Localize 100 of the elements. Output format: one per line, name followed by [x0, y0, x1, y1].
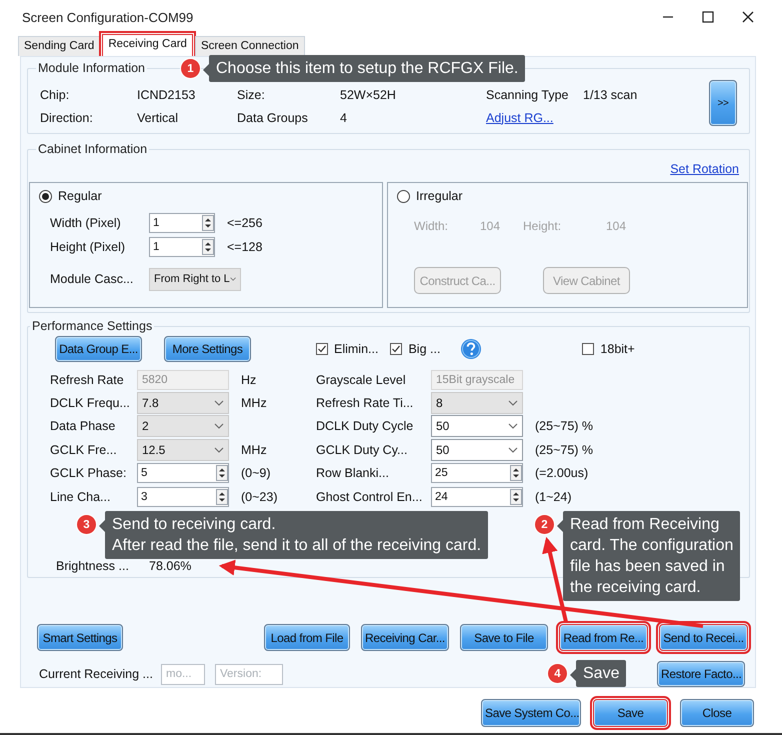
field-label: Ghost Control En...: [316, 490, 424, 504]
field-label: Refresh Rate Ti...: [316, 396, 414, 410]
chevron-icon: [508, 400, 518, 406]
field-value: 78.06%: [149, 559, 192, 576]
field-label: Data Phase: [50, 419, 116, 434]
callout-text: Send to receiving card.: [112, 515, 277, 535]
unit-label: (25~75) %: [534, 442, 594, 457]
stepper-icon: [510, 465, 522, 482]
tab[interactable]: Sending Card: [18, 36, 100, 56]
footer-button[interactable]: Save System Co...: [481, 698, 581, 726]
dropdown[interactable]: 8: [431, 392, 523, 414]
unit-label: MHz: [240, 396, 268, 410]
chevron-icon: [214, 446, 224, 453]
dropdown[interactable]: 50: [431, 415, 523, 438]
adjust-link[interactable]: Adjust RG...: [486, 110, 583, 124]
model-field[interactable]: mo...: [161, 664, 205, 684]
radio-button[interactable]: [39, 190, 52, 202]
field-label: Width:: [414, 219, 450, 233]
callout-text: Save: [583, 664, 620, 684]
chevron-icon: [230, 276, 236, 282]
dropdown[interactable]: 7.8: [137, 392, 229, 414]
step-badge: 1: [181, 59, 200, 78]
unit-label: Hz: [240, 372, 258, 387]
stepper-icon: [216, 465, 228, 482]
callout-text: card. The configuration: [570, 536, 734, 556]
checkbox[interactable]: [316, 343, 328, 355]
checkbox[interactable]: [582, 343, 594, 355]
field-value: 1/13 scan: [583, 88, 638, 102]
set-rotation-link[interactable]: Set Rotation: [670, 162, 739, 180]
unit-label: (=2.00us): [534, 466, 590, 480]
field-label: Data Groups: [237, 110, 309, 124]
field-label: GCLK Fre...: [50, 442, 118, 457]
callout-text: Choose this item to setup the RCFGX File.: [216, 59, 518, 79]
spin-field[interactable]: 5: [137, 463, 229, 484]
checkbox[interactable]: [390, 343, 402, 355]
spin-field[interactable]: 24: [431, 486, 523, 507]
field-label: Scanning Type: [486, 88, 570, 102]
field-label: Brightness ...: [56, 559, 130, 576]
checkbox-label: 18bit+: [600, 342, 635, 356]
radio-label: Regular: [58, 189, 102, 203]
field-label: Grayscale Level: [316, 372, 407, 387]
tab[interactable]: Screen Connection: [194, 36, 305, 56]
step-badge: 3: [77, 515, 96, 534]
field-label: Size:: [237, 88, 266, 102]
spin-field[interactable]: 25: [431, 463, 523, 484]
range-hint: <=128: [227, 240, 264, 254]
field-value: Vertical: [137, 110, 179, 124]
field-label: DCLK Duty Cycle: [316, 419, 414, 434]
field-value: ICND2153: [137, 88, 196, 102]
stepper-icon: [510, 488, 522, 505]
field-value: 52W×52H: [340, 88, 397, 102]
field-label: DCLK Frequ...: [50, 396, 131, 410]
step-badge: 4: [548, 664, 567, 683]
field-value: 104: [480, 219, 502, 233]
tab[interactable]: Receiving Card: [102, 34, 193, 56]
expand-button[interactable]: >>: [709, 80, 737, 126]
range-hint: <=256: [227, 216, 264, 230]
step-badge: 2: [535, 515, 554, 534]
field-label: GCLK Phase:: [50, 466, 128, 480]
unit-label: (0~9): [240, 466, 272, 480]
settings-button[interactable]: More Settings: [164, 336, 251, 362]
footer-button[interactable]: Close: [680, 698, 754, 726]
callout-text: After read the file, send it to all of the receiving card.: [112, 536, 482, 556]
checkbox-label: Elimin...: [334, 342, 378, 356]
close-icon[interactable]: [742, 11, 754, 23]
stepper-icon: [202, 215, 214, 231]
action-button[interactable]: Load from File: [264, 624, 350, 651]
unit-label: (25~75) %: [534, 419, 594, 434]
dropdown[interactable]: 50: [431, 438, 523, 461]
field-label: Width (Pixel): [50, 216, 122, 230]
stepper-icon: [202, 239, 214, 255]
action-button[interactable]: Read from Re...: [559, 624, 648, 651]
action-button[interactable]: Save to File: [460, 624, 548, 651]
unit-label: MHz: [240, 442, 268, 457]
restore-button[interactable]: Restore Facto...: [657, 661, 745, 687]
field-label: Row Blanki...: [316, 466, 390, 480]
unit-label: (0~23): [240, 490, 278, 504]
chevron-icon: [214, 400, 224, 406]
version-field[interactable]: Version:: [215, 664, 283, 684]
callout-text: file has been saved in: [570, 557, 726, 577]
action-button[interactable]: Send to Recei...: [659, 624, 748, 651]
spin-field[interactable]: 3: [137, 486, 229, 507]
action-button[interactable]: Receiving Car...: [361, 624, 449, 651]
field-label: Chip:: [40, 88, 70, 102]
spin-field[interactable]: 1: [149, 213, 215, 233]
field-label: Height (Pixel): [50, 240, 126, 254]
dropdown[interactable]: From Right to L: [149, 268, 241, 290]
field-label: Line Cha...: [50, 490, 112, 504]
dropdown[interactable]: 12.5: [137, 438, 229, 461]
maximize-icon[interactable]: [702, 11, 714, 23]
settings-button[interactable]: Data Group E...: [55, 336, 142, 362]
dropdown[interactable]: 2: [137, 415, 229, 438]
field-label: Height:: [523, 219, 562, 233]
window-title: Screen Configuration-COM99: [22, 10, 194, 24]
chevron-icon: [508, 423, 518, 430]
spin-field[interactable]: 1: [149, 237, 215, 257]
action-button[interactable]: Smart Settings: [37, 624, 123, 651]
help-icon[interactable]: [460, 338, 482, 360]
field-value: 104: [606, 219, 628, 233]
chevron-icon: [214, 423, 224, 430]
